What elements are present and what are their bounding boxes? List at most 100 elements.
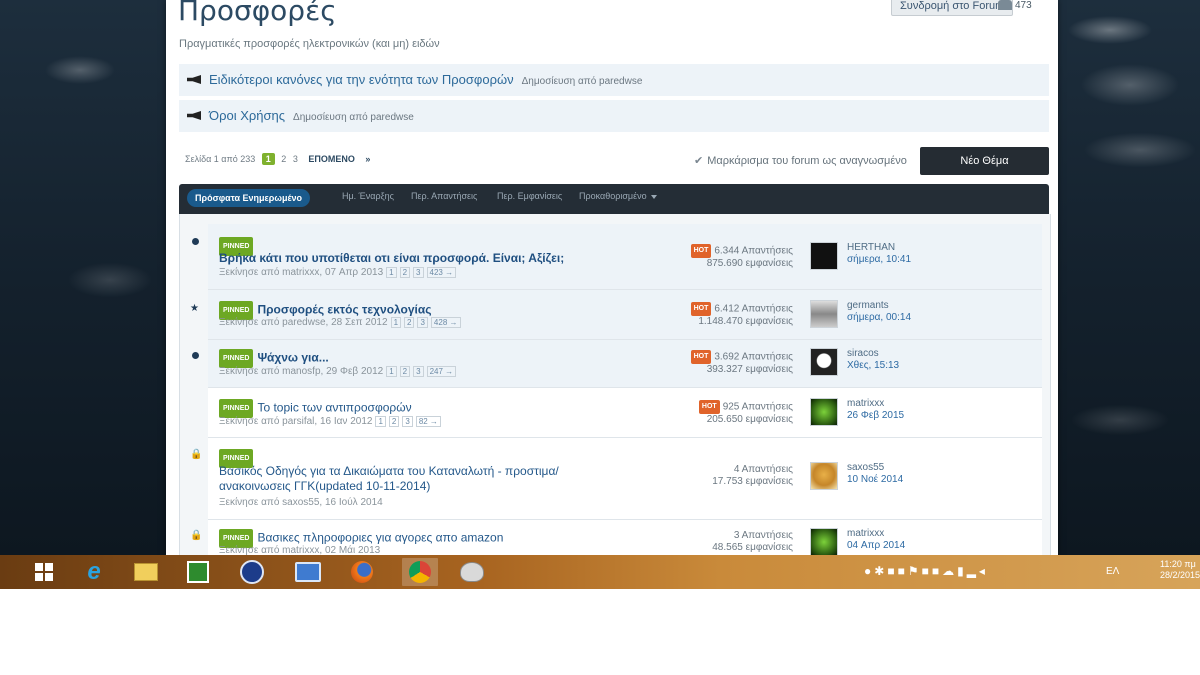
taskbar-firefox[interactable] — [344, 558, 380, 586]
last-poster[interactable]: siracos — [847, 348, 879, 359]
network-icon[interactable]: ▮ — [957, 564, 967, 578]
tab-recently-updated[interactable]: Πρόσφατα Ενημερωμένο — [187, 189, 311, 207]
topic-page-link[interactable]: 423 → — [426, 267, 457, 278]
mark-forum-read-link[interactable]: ✔ Μαρκάρισμα του forum ως αναγνωσμένο — [694, 154, 907, 167]
topic-title[interactable]: Βασικες πληροφοριες για αγορες απο amazo… — [257, 531, 503, 545]
topic-page-link[interactable]: 428 → — [430, 317, 461, 328]
flag-icon[interactable]: ⚑ — [908, 564, 922, 578]
tray-icon[interactable]: ■ — [932, 564, 942, 578]
taskbar-app[interactable] — [234, 558, 270, 586]
cloud-icon[interactable]: ☁ — [942, 564, 957, 578]
topic-row[interactable]: 🔒 PINNED Βασικός Οδηγός για τα Δικαιώματ… — [190, 438, 1042, 520]
last-post-time[interactable]: 26 Φεβ 2015 — [847, 410, 904, 421]
announcement-title-text[interactable]: Όροι Χρήσης — [209, 108, 285, 123]
avatar[interactable] — [810, 242, 838, 270]
subscribe-forum-button[interactable]: Συνδρομή στο Forum — [891, 0, 1014, 16]
announcement-row[interactable]: Ειδικότεροι κανόνες για την ενότητα των … — [179, 64, 1049, 97]
taskbar-chrome[interactable] — [402, 558, 438, 586]
tray-icon[interactable]: ■ — [887, 564, 897, 578]
tab-most-replies[interactable]: Περ. Απαντήσεις — [411, 191, 477, 201]
topic-title[interactable]: Βασικός Οδηγός για τα Δικαιώματα του Κατ… — [219, 464, 619, 494]
forum-description: Πραγματικές προσφορές ηλεκτρονικών (και … — [179, 38, 440, 50]
topic-page-link[interactable]: 82 → — [415, 416, 441, 427]
start-button[interactable] — [26, 558, 62, 586]
last-page-link[interactable]: » — [365, 154, 370, 164]
next-page-link[interactable]: ΕΠΟΜΕΝΟ — [308, 154, 355, 164]
announcement-row[interactable]: Όροι Χρήσης Δημοσίευση από paredwse — [179, 100, 1049, 133]
replies-count: 3 Απαντήσεις — [733, 530, 793, 541]
topic-row[interactable]: ★ PINNED Προσφορές εκτός τεχνολογίας Ξεκί… — [190, 290, 1042, 340]
input-language[interactable]: ΕΛ — [1106, 566, 1119, 577]
last-poster[interactable]: matrixxx — [847, 398, 884, 409]
topic-page-link[interactable]: 1 — [386, 267, 397, 278]
last-post: HERTHAN σήμερα, 10:41 — [847, 242, 911, 266]
avatar[interactable] — [810, 300, 838, 328]
unread-dot-icon — [192, 238, 199, 245]
tab-default-sort[interactable]: Προκαθορισμένο — [579, 191, 657, 201]
topic-title[interactable]: Βρήκα κάτι που υποτίθεται οτι είναι προσ… — [219, 251, 564, 266]
tray-icon[interactable]: ■ — [898, 564, 908, 578]
topic-row[interactable]: PINNED Βρήκα κάτι που υποτίθεται οτι είν… — [192, 224, 1042, 290]
firefox-icon — [351, 561, 373, 583]
topic-page-link[interactable]: 2 — [399, 267, 411, 278]
topic-page-link[interactable]: 3 — [413, 267, 424, 278]
announcement-title-text[interactable]: Ειδικότεροι κανόνες για την ενότητα των … — [209, 72, 514, 87]
topic-title[interactable]: Προσφορές εκτός τεχνολογίας — [257, 303, 431, 317]
topic-page-link[interactable]: 3 — [413, 366, 424, 377]
taskbar-paint[interactable] — [454, 558, 490, 586]
topic-page-link[interactable]: 3 — [417, 317, 428, 328]
topic-page-link[interactable]: 247 → — [426, 366, 457, 377]
topic-page-link[interactable]: 1 — [375, 416, 386, 427]
taskbar-ie[interactable]: e — [76, 558, 112, 586]
new-topic-button[interactable]: Νέο Θέμα — [920, 147, 1049, 175]
taskbar-store[interactable] — [180, 558, 216, 586]
page-link-current[interactable]: 1 — [261, 153, 275, 165]
topic-page-link[interactable]: 2 — [388, 416, 400, 427]
avatar[interactable] — [810, 528, 838, 555]
last-poster[interactable]: saxos55 — [847, 462, 884, 473]
avatar[interactable] — [810, 462, 838, 490]
topic-page-link[interactable]: 2 — [399, 366, 411, 377]
watchers-value: 473 — [1015, 0, 1032, 11]
topic-page-link[interactable]: 1 — [386, 366, 397, 377]
last-post-time[interactable]: σήμερα, 10:41 — [847, 254, 911, 265]
signal-icon[interactable]: ▂ — [967, 564, 979, 578]
tray-icon[interactable]: ■ — [922, 564, 932, 578]
avatar[interactable] — [810, 398, 838, 426]
tab-start-date[interactable]: Ημ. Έναρξης — [342, 191, 394, 201]
page-link[interactable]: 2 — [281, 154, 286, 164]
bluetooth-icon[interactable]: ✱ — [874, 564, 887, 578]
last-post-time[interactable]: Χθες, 15:13 — [847, 360, 899, 371]
chrome-icon — [409, 561, 431, 583]
taskbar-explorer[interactable] — [128, 558, 164, 586]
topic-row[interactable]: PINNED Το topic των αντιπροσφορών Ξεκίνησ… — [208, 388, 1042, 438]
page-link[interactable]: 3 — [293, 154, 298, 164]
topic-title[interactable]: Ψάχνω για... — [257, 351, 328, 365]
volume-icon[interactable]: ◂ — [979, 564, 988, 578]
announcement-title[interactable]: Ειδικότεροι κανόνες για την ενότητα των … — [209, 72, 642, 87]
announcement-title[interactable]: Όροι Χρήσης Δημοσίευση από paredwse — [209, 108, 414, 123]
avatar[interactable] — [810, 348, 838, 376]
last-poster[interactable]: germants — [847, 300, 889, 311]
topic-row[interactable]: 🔒 PINNED Βασικες πληροφοριες για αγορες α… — [190, 520, 1042, 555]
topic-title[interactable]: Το topic των αντιπροσφορών — [257, 401, 411, 415]
topic-meta: Ξεκίνησε από parsifal, 16 Ιαν 2012 1 2 3 82 … — [219, 416, 441, 427]
users-icon — [998, 0, 1012, 11]
last-poster[interactable]: matrixxx — [847, 528, 884, 539]
clock[interactable]: 11:20 πμ 28/2/2015 — [1160, 559, 1200, 581]
topic-page-link[interactable]: 3 — [402, 416, 413, 427]
topic-row[interactable]: PINNED Ψάχνω για... Ξεκίνησε από manosfp,… — [192, 340, 1042, 388]
system-tray[interactable]: ●✱■■⚑■■☁▮▂◂ — [864, 564, 988, 578]
topic-page-link[interactable]: 1 — [390, 317, 402, 328]
tray-icon[interactable]: ● — [864, 564, 874, 578]
last-poster[interactable]: HERTHAN — [847, 242, 895, 253]
topic-page-link[interactable]: 2 — [404, 317, 415, 328]
last-post-time[interactable]: 10 Νοέ 2014 — [847, 474, 903, 485]
last-post: germants σήμερα, 00:14 — [847, 300, 911, 324]
taskbar-remote[interactable] — [290, 558, 326, 586]
replies-count: 3.692 Απαντήσεις — [714, 351, 793, 363]
replies-count: 6.344 Απαντήσεις — [714, 245, 793, 257]
tab-most-views[interactable]: Περ. Εμφανίσεις — [497, 191, 562, 201]
last-post-time[interactable]: 04 Απρ 2014 — [847, 540, 905, 551]
last-post-time[interactable]: σήμερα, 00:14 — [847, 312, 911, 323]
